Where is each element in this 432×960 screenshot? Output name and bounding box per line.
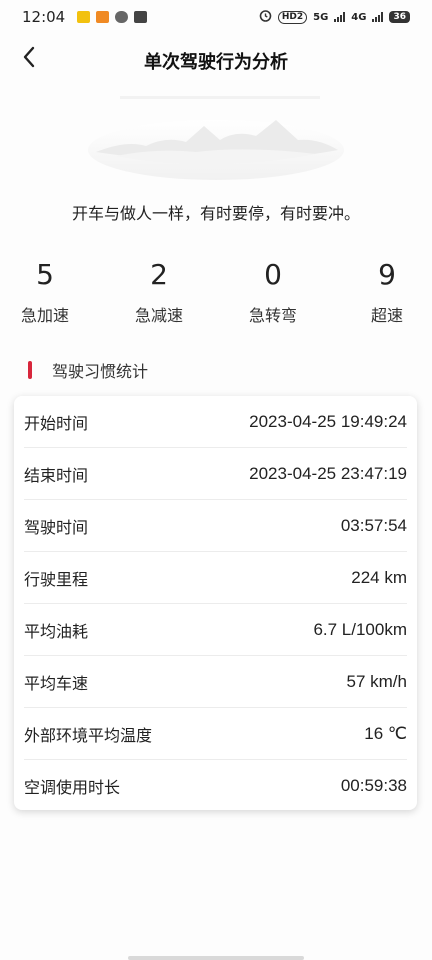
stat-value: 9 xyxy=(378,258,396,291)
stat-value: 5 xyxy=(36,258,54,291)
status-bar: 12:04 HD2 5G 4G 36 xyxy=(0,0,432,34)
net2-label: 4G xyxy=(351,11,367,23)
notification-app-icon xyxy=(115,11,129,23)
detail-label: 开始时间 xyxy=(24,413,89,433)
status-bar-right: HD2 5G 4G 36 xyxy=(259,9,410,25)
stat-value: 2 xyxy=(150,258,168,291)
landscape-illustration xyxy=(86,90,346,180)
header: 单次驾驶行为分析 xyxy=(0,40,432,80)
detail-row-distance: 行驶里程 224 km xyxy=(24,552,407,604)
notification-app-icon xyxy=(77,11,91,23)
notification-app-icon xyxy=(134,11,148,23)
detail-row-driving-time: 驾驶时间 03:57:54 xyxy=(24,500,407,552)
event-stats: 5 急加速 2 急减速 0 急转弯 9 超速 xyxy=(0,258,432,328)
motto-text: 开车与做人一样，有时要停，有时要冲。 xyxy=(71,204,360,223)
stat-value: 0 xyxy=(264,258,282,291)
detail-value: 2023-04-25 23:47:19 xyxy=(249,463,407,483)
notification-app-icon xyxy=(96,11,110,23)
section-heading: 驾驶习惯统计 xyxy=(28,358,148,382)
stat-label: 急转弯 xyxy=(248,306,297,325)
alarm-icon xyxy=(259,9,272,25)
detail-label: 空调使用时长 xyxy=(24,778,121,797)
detail-row-fuel-consumption: 平均油耗 6.7 L/100km xyxy=(24,604,407,656)
detail-label: 结束时间 xyxy=(24,465,89,485)
stat-label: 急减速 xyxy=(134,306,183,325)
stat-sharp-turn: 0 急转弯 xyxy=(223,258,323,326)
detail-label: 外部环境平均温度 xyxy=(24,725,153,745)
detail-value: 16 ℃ xyxy=(364,723,407,743)
section-title: 驾驶习惯统计 xyxy=(52,362,149,381)
page-title: 单次驾驶行为分析 xyxy=(144,52,288,73)
signal-icon xyxy=(334,12,346,22)
status-time: 12:04 xyxy=(22,8,66,26)
home-indicator[interactable] xyxy=(128,956,304,960)
driving-stats-card: 开始时间 2023-04-25 19:49:24 结束时间 2023-04-25… xyxy=(14,396,417,810)
status-bar-left: 12:04 xyxy=(22,8,148,26)
detail-label: 平均车速 xyxy=(24,673,89,693)
hd-badge: HD2 xyxy=(277,10,308,24)
detail-row-average-speed: 平均车速 57 km/h xyxy=(24,656,407,708)
signal-icon xyxy=(372,12,384,22)
stat-label: 急加速 xyxy=(20,306,69,325)
stat-label: 超速 xyxy=(370,306,403,325)
stat-speeding: 9 超速 xyxy=(337,258,432,326)
net1-label: 5G xyxy=(313,11,329,23)
battery-icon: 36 xyxy=(389,11,410,23)
detail-value: 224 km xyxy=(351,567,407,587)
detail-label: 行驶里程 xyxy=(24,569,89,589)
detail-value: 57 km/h xyxy=(346,671,407,691)
detail-value: 2023-04-25 19:49:24 xyxy=(249,411,407,431)
detail-row-outside-temperature: 外部环境平均温度 16 ℃ xyxy=(24,708,407,760)
detail-row-ac-usage: 空调使用时长 00:59:38 xyxy=(24,760,407,812)
detail-row-start-time: 开始时间 2023-04-25 19:49:24 xyxy=(24,396,407,448)
detail-value: 03:57:54 xyxy=(340,515,407,535)
stat-rapid-acceleration: 5 急加速 xyxy=(0,258,95,326)
detail-row-end-time: 结束时间 2023-04-25 23:47:19 xyxy=(24,448,407,500)
section-accent-bar xyxy=(28,361,32,379)
stat-rapid-deceleration: 2 急减速 xyxy=(109,258,209,326)
detail-value: 00:59:38 xyxy=(340,776,407,795)
detail-label: 驾驶时间 xyxy=(24,517,89,537)
detail-label: 平均油耗 xyxy=(24,621,89,641)
detail-value: 6.7 L/100km xyxy=(313,619,407,639)
